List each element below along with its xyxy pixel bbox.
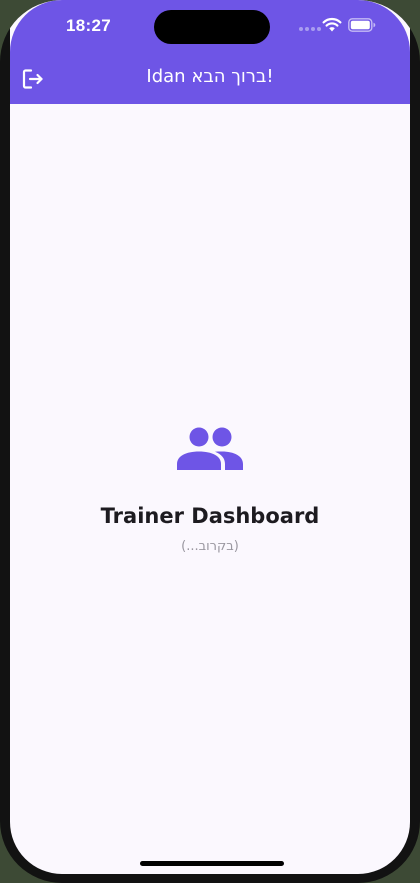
app-bar: 18:27 !ברוך הבא Idan [10,0,410,104]
home-indicator[interactable] [140,861,284,866]
wifi-icon [322,17,342,32]
status-time: 18:27 [66,16,111,35]
device-frame: 18:27 !ברוך הבא Idan Trainer Dashboard (… [0,0,420,883]
dashboard-title: Trainer Dashboard [100,504,320,528]
battery-icon [348,18,376,32]
app-bar-title: !ברוך הבא Idan [146,66,274,87]
dashboard-subtitle: (בקרוב...) [181,539,239,554]
dynamic-island [154,10,270,44]
dashboard-placeholder: Trainer Dashboard (בקרוב...) [10,420,410,556]
logout-icon[interactable] [20,66,46,92]
app-screen: 18:27 !ברוך הבא Idan Trainer Dashboard (… [10,0,410,874]
people-icon [177,427,243,470]
